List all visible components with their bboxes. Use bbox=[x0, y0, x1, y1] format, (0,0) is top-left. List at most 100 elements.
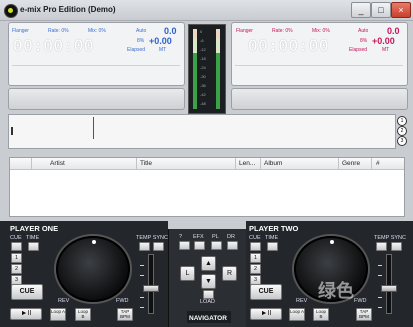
column-title[interactable]: Title bbox=[140, 160, 152, 167]
cue-button[interactable]: CUE bbox=[250, 284, 282, 300]
temp-sync-label: TEMP SYNC bbox=[374, 235, 406, 241]
maximize-button[interactable]: □ bbox=[371, 2, 391, 18]
nav-tab-dr-button[interactable] bbox=[227, 241, 238, 250]
cue-mode-label: CUE bbox=[10, 235, 22, 241]
side-button-1[interactable]: 1 bbox=[397, 116, 407, 126]
temp-sync-label: TEMP SYNC bbox=[136, 235, 168, 241]
vu-tick-label: -12 bbox=[200, 47, 206, 52]
bpm-value: 0.0 bbox=[387, 26, 400, 36]
nav-up-button[interactable]: ▲ bbox=[201, 256, 216, 271]
loop-a-button[interactable]: Loop A bbox=[50, 308, 66, 321]
nav-tab-help[interactable]: ? bbox=[179, 234, 182, 240]
sync-button[interactable] bbox=[153, 242, 164, 251]
play-pause-button[interactable]: ►II bbox=[10, 308, 42, 320]
progress-track[interactable] bbox=[12, 65, 180, 66]
nav-left-button[interactable]: L bbox=[180, 266, 195, 281]
mt-label: MT bbox=[382, 47, 390, 53]
pitch-slider-thumb[interactable] bbox=[381, 285, 397, 292]
column-divider bbox=[235, 158, 236, 169]
cue-mode-button[interactable] bbox=[250, 242, 261, 251]
nav-down-button[interactable]: ▼ bbox=[201, 274, 216, 289]
column-length[interactable]: Len... bbox=[239, 160, 255, 167]
loop-b-button[interactable]: Loop B bbox=[75, 308, 91, 321]
side-button-2[interactable]: 2 bbox=[397, 126, 407, 136]
app-title: e-mix Pro Edition (Demo) bbox=[20, 5, 116, 14]
nav-tab-pl[interactable]: PL bbox=[212, 234, 219, 240]
fwd-label: FWD bbox=[116, 298, 129, 304]
pitch-tick bbox=[378, 265, 382, 266]
playlist-header: Artist Title Len... Album Genre # bbox=[10, 158, 404, 170]
vu-tick-label: -48 bbox=[200, 101, 206, 106]
vu-tick-label: -18 bbox=[200, 56, 206, 61]
hotcue-1-button[interactable]: 1 bbox=[250, 253, 261, 263]
minimize-button[interactable]: _ bbox=[351, 2, 371, 18]
pitch-value: +0.00 bbox=[372, 36, 395, 46]
playlist-table[interactable]: Artist Title Len... Album Genre # bbox=[9, 157, 405, 217]
jog-wheel[interactable] bbox=[56, 236, 130, 302]
elapsed-label: Elapsed bbox=[349, 47, 368, 53]
nav-tab-pl-button[interactable] bbox=[211, 241, 222, 250]
pitch-tick bbox=[378, 307, 382, 308]
pitch-percent: 8% bbox=[360, 38, 368, 44]
sync-button[interactable] bbox=[391, 242, 402, 251]
column-album[interactable]: Album bbox=[264, 160, 282, 167]
tap-bpm-button[interactable]: TAP BPM bbox=[117, 308, 133, 321]
navigator-title: NAVIGATOR bbox=[189, 315, 227, 322]
temp-button[interactable] bbox=[139, 242, 150, 251]
column-divider bbox=[31, 158, 32, 169]
temp-button[interactable] bbox=[376, 242, 387, 251]
waveform-marker-left bbox=[11, 127, 13, 135]
cue-mode-button[interactable] bbox=[11, 242, 22, 251]
column-divider bbox=[371, 158, 372, 169]
column-number[interactable]: # bbox=[376, 160, 380, 167]
play-pause-button[interactable]: ►II bbox=[250, 308, 282, 320]
hotcue-2-button[interactable]: 2 bbox=[11, 264, 22, 274]
time-mode-label: TIME bbox=[265, 235, 279, 241]
hotcue-2-button[interactable]: 2 bbox=[250, 264, 261, 274]
close-button[interactable]: × bbox=[391, 2, 411, 18]
nav-tab-help-button[interactable] bbox=[179, 241, 190, 250]
hotcue-1-button[interactable]: 1 bbox=[11, 253, 22, 263]
deck-left-track-slot[interactable] bbox=[8, 88, 185, 110]
column-divider bbox=[136, 158, 137, 169]
player-one-panel: PLAYER ONE CUE TIME 1 2 3 CUE REV FWD TE… bbox=[0, 221, 168, 327]
pitch-slider-track[interactable] bbox=[386, 254, 392, 314]
pitch-tick bbox=[140, 275, 144, 276]
mt-label: MT bbox=[159, 47, 167, 53]
loop-a-button[interactable]: Loop A bbox=[289, 308, 305, 321]
nav-tab-efx-button[interactable] bbox=[194, 241, 205, 250]
vu-right-channel bbox=[216, 29, 220, 109]
cue-button[interactable]: CUE bbox=[11, 284, 43, 300]
tap-bpm-button[interactable]: TAP BPM bbox=[356, 308, 372, 321]
vu-left-channel bbox=[193, 29, 197, 109]
mix-label: Mix: 0% bbox=[88, 28, 106, 34]
vu-tick-label: -42 bbox=[200, 92, 206, 97]
load-label: LOAD bbox=[200, 299, 215, 305]
time-mode-button[interactable] bbox=[267, 242, 278, 251]
rev-label: REV bbox=[296, 298, 308, 304]
nav-right-button[interactable]: R bbox=[222, 266, 237, 281]
app-logo-icon bbox=[4, 4, 18, 18]
navigator-panel: ? EFX PL DR ▲ L R ▼ LOAD NAVIGATOR bbox=[168, 229, 248, 327]
vu-meter: 0 -6 -12 -18 -24 -30 -36 -42 -48 bbox=[188, 24, 226, 114]
side-button-3[interactable]: 3 bbox=[397, 136, 407, 146]
waveform-strip[interactable] bbox=[8, 114, 396, 149]
deck-right-track-slot[interactable] bbox=[231, 88, 408, 110]
progress-track[interactable] bbox=[235, 65, 403, 66]
nav-tab-efx[interactable]: EFX bbox=[193, 234, 204, 240]
load-button[interactable] bbox=[203, 290, 214, 299]
pitch-slider-track[interactable] bbox=[148, 254, 154, 314]
elapsed-label: Elapsed bbox=[127, 47, 146, 53]
column-artist[interactable]: Artist bbox=[50, 160, 65, 167]
pitch-tick bbox=[378, 275, 382, 276]
column-divider bbox=[338, 158, 339, 169]
pitch-tick bbox=[140, 265, 144, 266]
bpm-value: 0.0 bbox=[164, 26, 177, 36]
pitch-slider-thumb[interactable] bbox=[143, 285, 159, 292]
flanger-label: Flanger bbox=[236, 28, 253, 34]
vu-tick-label: -24 bbox=[200, 65, 206, 70]
nav-tab-dr[interactable]: DR bbox=[227, 234, 235, 240]
time-mode-button[interactable] bbox=[28, 242, 39, 251]
loop-b-button[interactable]: Loop B bbox=[313, 308, 329, 321]
column-genre[interactable]: Genre bbox=[342, 160, 360, 167]
